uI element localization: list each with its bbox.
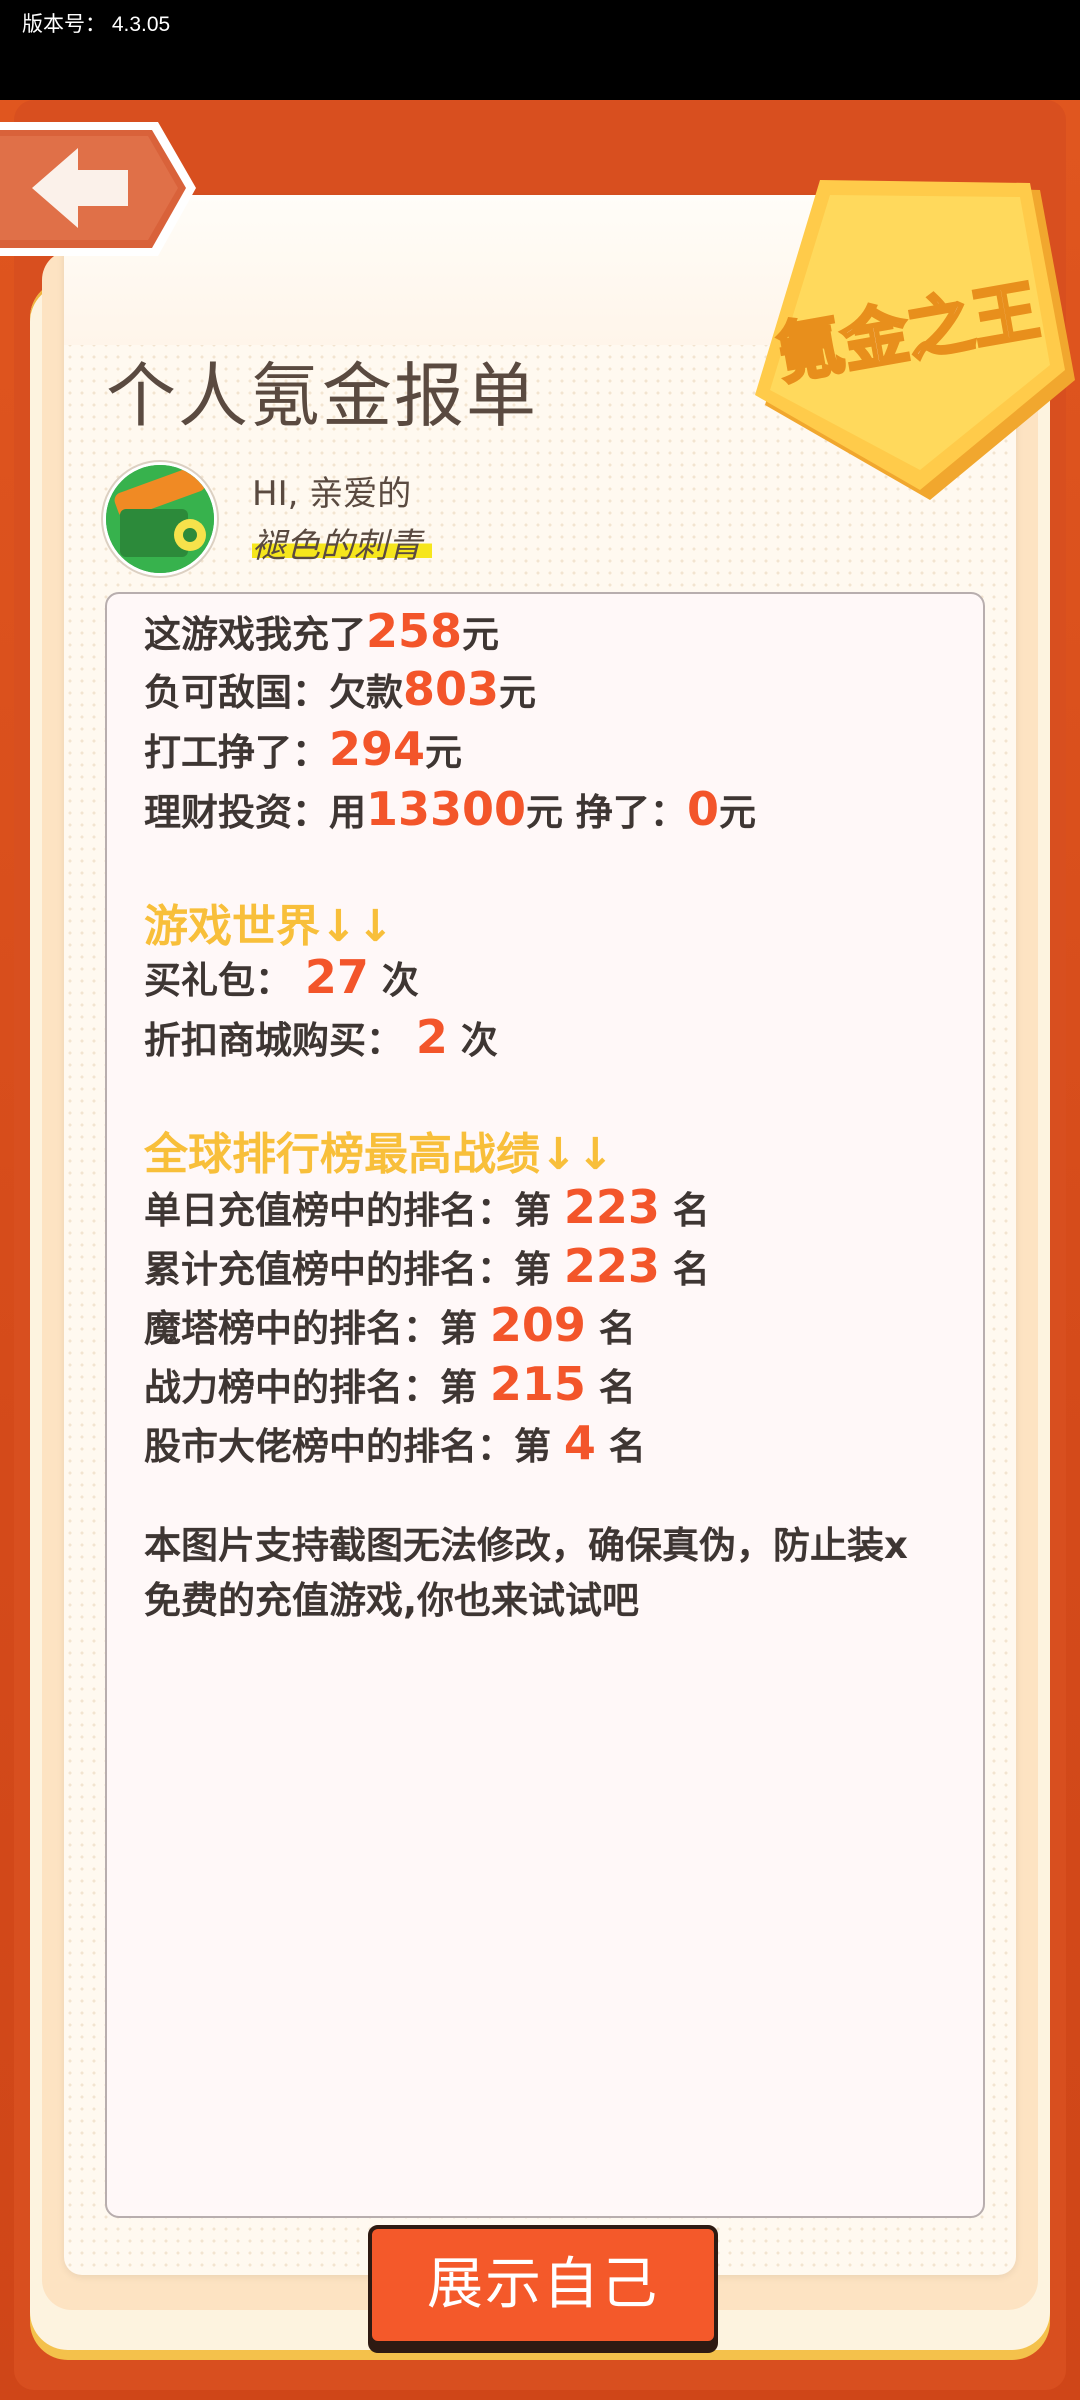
- version-label: 版本号： 4.3.05: [22, 13, 171, 36]
- gift-count: 27: [304, 950, 369, 1004]
- invest-profit: 0: [686, 782, 719, 836]
- ranking-value: 215: [489, 1357, 586, 1411]
- invest-line: 理财投资：用13300元 挣了：0元: [144, 782, 756, 836]
- work-line: 打工挣了：294元: [144, 722, 463, 776]
- work-amount: 294: [329, 722, 426, 776]
- greeting-text: HI, 亲爱的: [252, 474, 412, 514]
- show-yourself-button[interactable]: 展示自己: [368, 2225, 718, 2345]
- page-title: 个人氪金报单: [106, 355, 538, 437]
- krypton-king-badge: 氪金之王: [755, 180, 1075, 500]
- ranking-line: 战力榜中的排名：第 215 名: [144, 1357, 636, 1411]
- ranking-line: 累计充值榜中的排名：第 223 名: [144, 1239, 710, 1293]
- recharge-amount: 258: [366, 604, 463, 658]
- ranking-value: 223: [563, 1180, 660, 1234]
- back-button[interactable]: [0, 120, 200, 260]
- debt-line: 负可敌国：欠款803元: [144, 662, 537, 716]
- note-line-1: 本图片支持截图无法修改，确保真伪，防止装x: [144, 1524, 908, 1567]
- ranking-line: 魔塔榜中的排名：第 209 名: [144, 1298, 636, 1352]
- shop-line: 折扣商城购买： 2 次: [144, 1010, 498, 1064]
- nickname-text: 褪色的刺青: [252, 518, 432, 567]
- shop-count: 2: [415, 1010, 448, 1064]
- ranking-value: 223: [563, 1239, 660, 1293]
- gift-line: 买礼包： 27 次: [144, 950, 419, 1004]
- avatar: [106, 465, 214, 573]
- ranking-heading: 全球排行榜最高战绩↓↓: [144, 1129, 614, 1180]
- recharge-line: 这游戏我充了258元: [144, 604, 500, 658]
- arrow-left-icon: [0, 122, 196, 256]
- status-bar: 版本号： 4.3.05: [0, 0, 1080, 100]
- game-world-heading: 游戏世界↓↓: [144, 901, 394, 952]
- disclaimer-note: 本图片支持截图无法修改，确保真伪，防止装x 免费的充值游戏,你也来试试吧: [144, 1518, 974, 1628]
- ranking-line: 单日充值榜中的排名：第 223 名: [144, 1180, 710, 1234]
- ranking-line: 股市大佬榜中的排名：第 4 名: [144, 1416, 646, 1470]
- debt-amount: 803: [403, 662, 500, 716]
- invest-amount: 13300: [366, 782, 527, 836]
- avatar-image: [106, 465, 214, 573]
- ranking-value: 209: [489, 1298, 586, 1352]
- ranking-value: 4: [563, 1416, 596, 1470]
- note-line-2: 免费的充值游戏,你也来试试吧: [144, 1579, 640, 1622]
